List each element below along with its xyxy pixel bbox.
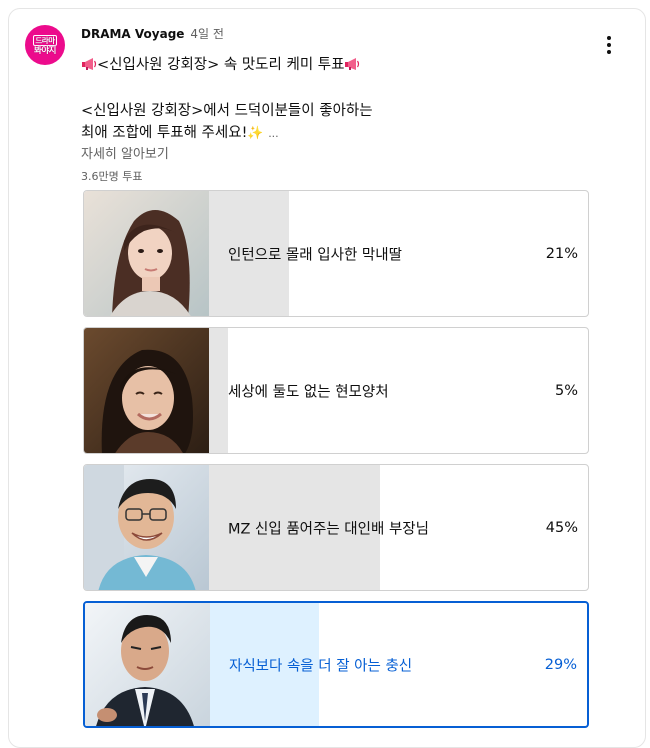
post-title-line: <신입사원 강회장> 속 맛도리 케미 투표: [81, 55, 360, 75]
channel-avatar[interactable]: 드라마 봐야지: [25, 25, 65, 65]
post-body-line2: 최애 조합에 투표해 주세요!: [81, 125, 248, 141]
poll-option-label: 인턴으로 몰래 입사한 막내딸: [228, 247, 402, 263]
poll-option-percent: 45%: [545, 519, 578, 536]
poll-option-image: [84, 465, 209, 590]
poll-option-percent: 21%: [545, 245, 578, 262]
poll-option-image: [84, 191, 209, 316]
megaphone-icon: [82, 58, 97, 70]
sparkle-icon: ✨: [247, 126, 264, 141]
channel-name[interactable]: DRAMA Voyage: [81, 27, 184, 41]
poll-option-image: [84, 328, 209, 453]
post-header: DRAMA Voyage 4일 전: [81, 26, 224, 42]
poll-option-label: 세상에 둘도 없는 현모양처: [228, 384, 389, 400]
vote-count: 3.6만명 투표: [81, 170, 143, 183]
poll-option-percent: 29%: [544, 656, 577, 673]
avatar-text-bottom: 봐야지: [34, 45, 56, 56]
poll-option-percent: 5%: [554, 382, 578, 399]
post-body: <신입사원 강회장>에서 드덕이분들이 좋아하는 최애 조합에 투표해 주세요!…: [81, 100, 373, 145]
post-body-line1: <신입사원 강회장>에서 드덕이분들이 좋아하는: [81, 103, 373, 119]
post-title: <신입사원 강회장> 속 맛도리 케미 투표: [97, 57, 345, 73]
poll-option-label: MZ 신입 품어주는 대인배 부장님: [228, 521, 429, 537]
megaphone-icon: [345, 58, 360, 70]
read-more-link[interactable]: 자세히 알아보기: [81, 143, 169, 162]
poll-option-image: [85, 603, 210, 726]
post-time[interactable]: 4일 전: [190, 27, 224, 41]
more-vert-icon[interactable]: [597, 33, 621, 57]
truncation-ellipsis: ...: [268, 127, 279, 140]
poll-option-1[interactable]: 인턴으로 몰래 입사한 막내딸 21%: [83, 190, 589, 317]
poll-option-bar: [209, 328, 228, 453]
poll-option-2[interactable]: 세상에 둘도 없는 현모양처 5%: [83, 327, 589, 454]
poll-option-4[interactable]: 자식보다 속을 더 잘 아는 충신 29%: [83, 601, 589, 728]
poll-option-3[interactable]: MZ 신입 품어주는 대인배 부장님 45%: [83, 464, 589, 591]
avatar-text-top: 드라마: [33, 34, 57, 46]
poll-option-label: 자식보다 속을 더 잘 아는 충신: [229, 658, 413, 674]
post-card: 드라마 봐야지 DRAMA Voyage 4일 전 <신입사원 강회장> 속 맛도…: [8, 8, 646, 748]
